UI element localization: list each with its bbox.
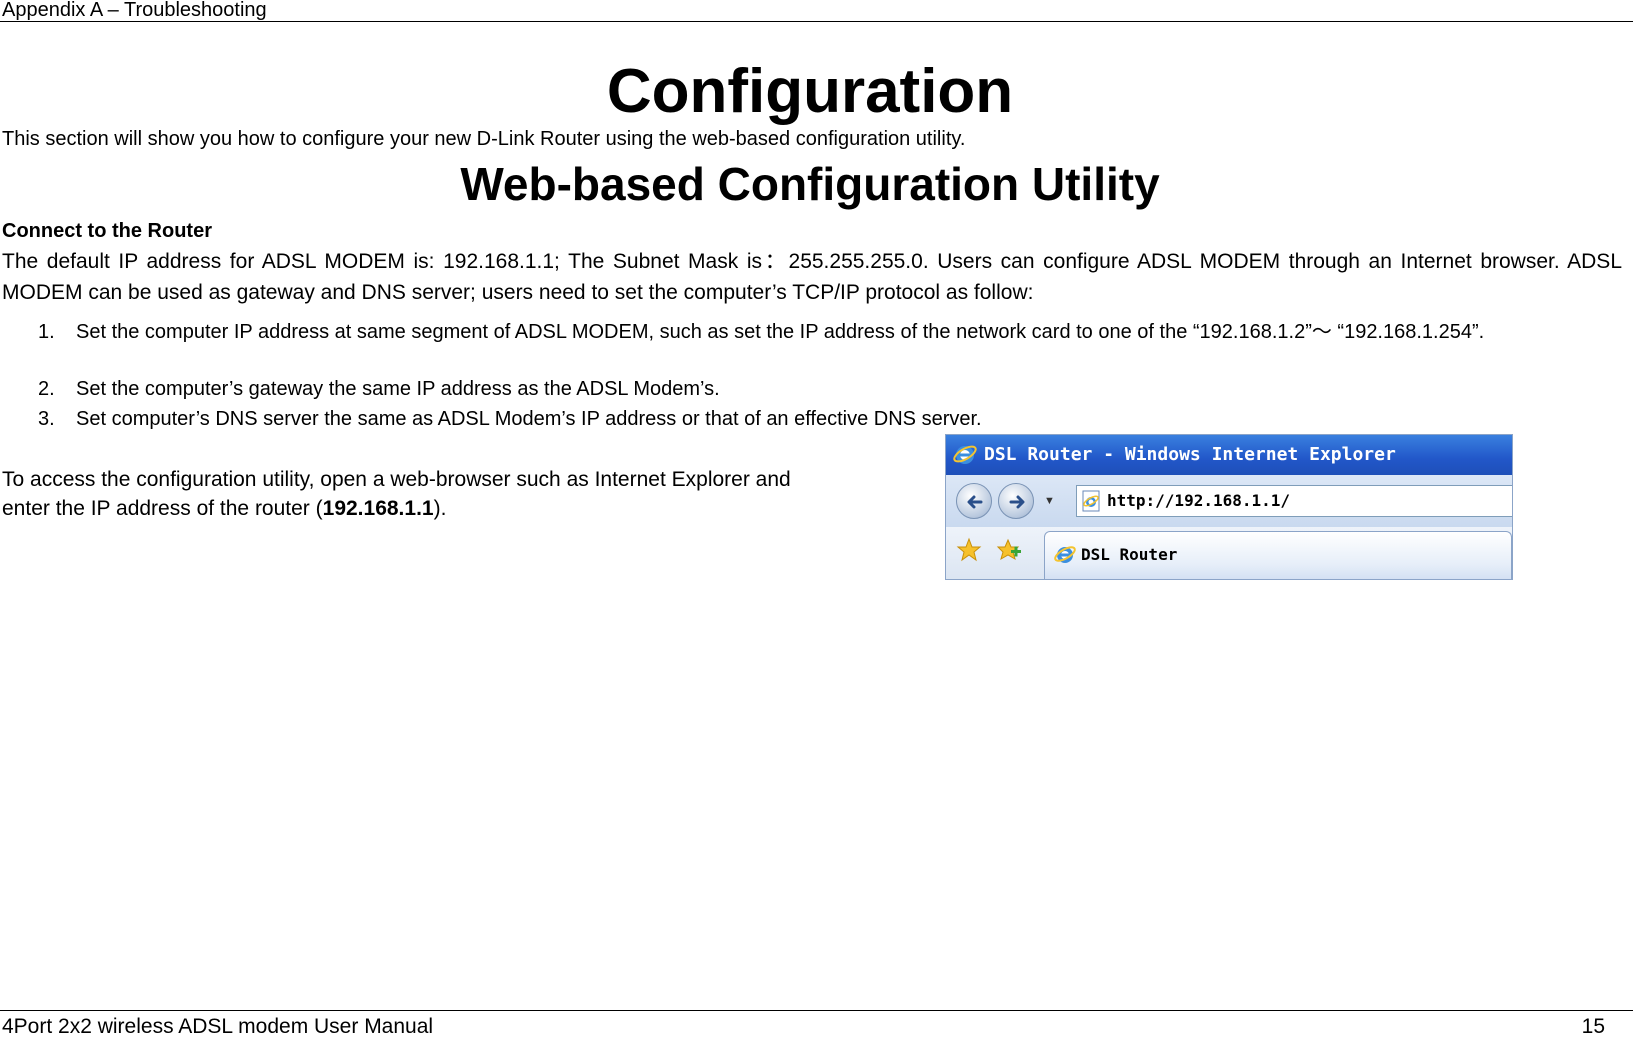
browser-titlebar: DSL Router - Windows Internet Explorer <box>946 435 1512 475</box>
add-favorite-icon[interactable] <box>996 537 1022 563</box>
access-instructions: To access the configuration utility, ope… <box>2 465 802 523</box>
router-ip: 192.168.1.1 <box>322 497 434 520</box>
address-url: http://192.168.1.1/ <box>1107 491 1291 510</box>
browser-window-title: DSL Router - Windows Internet Explorer <box>984 444 1396 465</box>
list-item-number: 1. <box>38 321 55 343</box>
browser-favorites-bar: DSL Router <box>946 527 1512 579</box>
back-button[interactable] <box>956 483 992 519</box>
access-text-end: ). <box>433 497 447 520</box>
steps-list: 1. Set the computer IP address at same s… <box>2 319 1622 433</box>
back-arrow-icon <box>967 495 983 509</box>
intro-text: This section will show you how to config… <box>2 128 966 150</box>
subsection-heading: Connect to the Router <box>2 220 212 242</box>
page-number: 15 <box>1581 1015 1605 1038</box>
page-icon <box>1082 490 1100 512</box>
browser-navbar: ▼ http://192.168.1.1/ <box>946 475 1512 527</box>
list-item: 2. Set the computer’s gateway the same I… <box>2 376 1622 403</box>
list-item-text: Set the computer’s gateway the same IP a… <box>76 378 720 400</box>
favorites-star-icon[interactable] <box>956 537 982 563</box>
ie-logo-icon <box>953 445 977 464</box>
history-dropdown-icon[interactable]: ▼ <box>1044 495 1055 507</box>
list-item-text: Set the computer IP address at same segm… <box>76 321 1485 343</box>
header-text: Appendix A – Troubleshooting <box>2 0 267 21</box>
browser-tab[interactable]: DSL Router <box>1044 531 1512 579</box>
section-title: Web-based Configuration Utility <box>460 158 1160 210</box>
list-item: 3. Set computer’s DNS server the same as… <box>2 406 1622 433</box>
list-item-number: 2. <box>38 378 55 400</box>
manual-title: 4Port 2x2 wireless ADSL modem User Manua… <box>2 1015 434 1038</box>
page-title: Configuration <box>606 57 1014 126</box>
ie-tab-icon <box>1054 546 1076 563</box>
address-bar[interactable]: http://192.168.1.1/ <box>1076 485 1512 517</box>
forward-button[interactable] <box>998 483 1034 519</box>
browser-screenshot: DSL Router - Windows Internet Explorer ▼… <box>945 434 1513 580</box>
tab-label: DSL Router <box>1081 545 1178 564</box>
body-paragraph: The default IP address for ADSL MODEM is… <box>2 250 1622 304</box>
page-footer: 4Port 2x2 wireless ADSL modem User Manua… <box>0 1010 1633 1038</box>
list-item-number: 3. <box>38 408 55 430</box>
page-header: Appendix A – Troubleshooting <box>0 0 1633 22</box>
forward-arrow-icon <box>1009 495 1025 509</box>
list-item-text: Set computer’s DNS server the same as AD… <box>76 408 982 430</box>
list-item: 1. Set the computer IP address at same s… <box>2 319 1622 373</box>
